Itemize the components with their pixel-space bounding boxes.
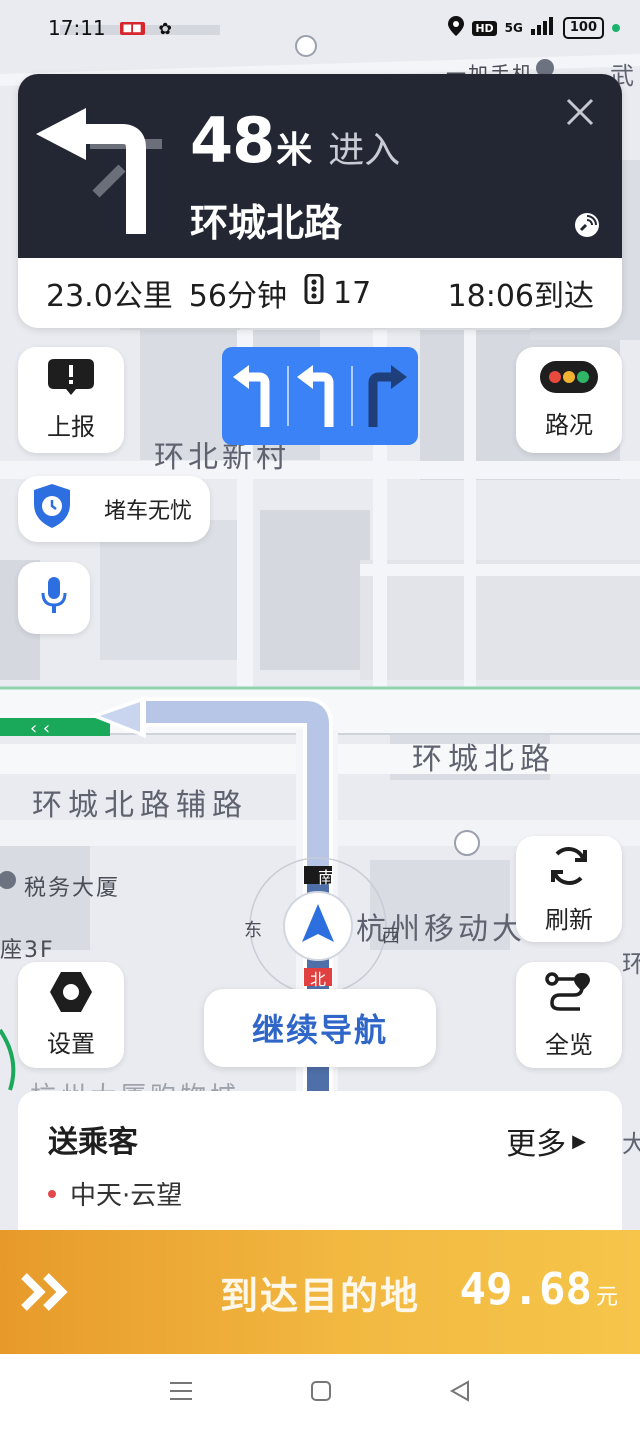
lane-divider xyxy=(287,366,289,426)
trip-duration: 56分钟 xyxy=(188,279,287,314)
lane-divider xyxy=(351,366,353,426)
refresh-label: 刷新 xyxy=(545,905,593,934)
jam-free-button[interactable]: 堵车无忧 xyxy=(18,476,210,542)
traffic-label: 路况 xyxy=(545,410,593,439)
map-label-edge-right2: 大 xyxy=(622,1124,640,1159)
action-text: 进入 xyxy=(328,130,401,171)
overview-button[interactable]: 全览 xyxy=(516,962,622,1068)
report-label: 上报 xyxy=(47,412,95,441)
map-label-tax-building: 税务大厦 xyxy=(24,876,121,901)
sound-broadcast-icon[interactable] xyxy=(574,212,600,242)
map-label-road-main: 环城北路 xyxy=(412,742,556,777)
distance-display: 48 米 进入 xyxy=(190,104,400,177)
menu-icon[interactable] xyxy=(168,1380,194,1406)
distance-value: 48 xyxy=(190,104,275,177)
green-dot-icon xyxy=(612,24,620,32)
traffic-lights-count: 17 xyxy=(303,273,372,312)
compass-south: 南 xyxy=(318,868,337,887)
network-type: 5G xyxy=(504,21,523,35)
map-label-edge-right: 环 xyxy=(622,944,640,979)
report-icon xyxy=(48,358,94,401)
refresh-icon xyxy=(547,844,591,894)
jam-free-label: 堵车无忧 xyxy=(104,499,193,524)
status-time: 17:11 xyxy=(48,16,106,40)
traffic-button[interactable]: 路况 xyxy=(516,347,622,453)
battery-indicator: 100 xyxy=(562,17,604,39)
eta-text: 18:06到达 xyxy=(447,279,594,314)
gear-icon xyxy=(50,971,92,1018)
app-notification-icon: ■■ xyxy=(119,21,145,35)
continue-navigation-button[interactable]: 继续导航 xyxy=(204,989,436,1067)
more-button[interactable]: 更多 ▶ xyxy=(506,1119,586,1163)
destination-dot-icon xyxy=(48,1189,56,1198)
compass-north: 北 xyxy=(310,970,329,989)
report-button[interactable]: 上报 xyxy=(18,347,124,453)
settings-button[interactable]: 设置 xyxy=(18,962,124,1068)
guidance-panel: 48 米 进入 环城北路 xyxy=(18,74,622,258)
back-icon[interactable] xyxy=(448,1379,472,1407)
lane-left-arrow-icon xyxy=(231,361,281,431)
paw-icon: ✿ xyxy=(158,18,172,38)
status-bar: 17:11 ■■ ✿ HD 5G 100 xyxy=(0,0,640,56)
traffic-lights-value: 17 xyxy=(332,275,372,311)
compass-west: 西 xyxy=(382,926,402,947)
distance-unit: 米 xyxy=(276,130,313,171)
shield-clock-icon xyxy=(30,482,74,536)
next-road-name: 环城北路 xyxy=(190,201,343,245)
lane-left-arrow-icon xyxy=(295,361,345,431)
map-label-road-aux: 环城北路辅路 xyxy=(32,788,248,823)
lane-right-arrow-icon xyxy=(359,361,409,431)
more-label: 更多 xyxy=(506,1127,567,1162)
traffic-light-icon xyxy=(303,273,325,312)
fare-unit: 元 xyxy=(595,1285,618,1310)
close-navigation-button[interactable] xyxy=(560,92,600,132)
system-navigation-bar xyxy=(0,1354,640,1432)
location-icon xyxy=(448,15,465,41)
refresh-button[interactable]: 刷新 xyxy=(516,836,622,942)
route-overview-icon xyxy=(544,971,594,1019)
passenger-card: 送乘客 更多 ▶ 中天·云望 xyxy=(18,1091,622,1251)
chevron-right-icon: ▶ xyxy=(572,1130,586,1152)
svg-text:‹ ‹: ‹ ‹ xyxy=(30,718,50,739)
trip-summary: 23.0公里 56分钟 17 18:06到达 xyxy=(18,258,622,328)
guidance-card: 48 米 进入 环城北路 23.0公里 56分钟 17 18:06到达 xyxy=(18,74,622,328)
compass-east: 东 xyxy=(244,920,264,941)
hd-badge: HD xyxy=(472,20,497,36)
fare-value: 49.68 xyxy=(459,1264,592,1315)
traffic-light-icon xyxy=(540,360,598,399)
arrive-destination-slider[interactable]: 到达目的地 49.68 元 xyxy=(0,1230,640,1354)
settings-label: 设置 xyxy=(47,1029,95,1058)
lane-guidance xyxy=(222,347,418,445)
voice-button[interactable] xyxy=(18,562,90,634)
destination-name: 中天·云望 xyxy=(70,1181,183,1211)
destination-row: 中天·云望 xyxy=(48,1175,592,1212)
signal-icon xyxy=(530,16,555,40)
turn-left-arrow-icon xyxy=(32,104,172,238)
fare-display: 49.68 元 xyxy=(460,1264,618,1315)
map-label-seat: 座3F xyxy=(0,938,55,963)
microphone-icon xyxy=(40,575,68,621)
trip-distance: 23.0公里 xyxy=(46,279,173,314)
overview-label: 全览 xyxy=(545,1030,593,1059)
home-icon[interactable] xyxy=(309,1379,333,1407)
